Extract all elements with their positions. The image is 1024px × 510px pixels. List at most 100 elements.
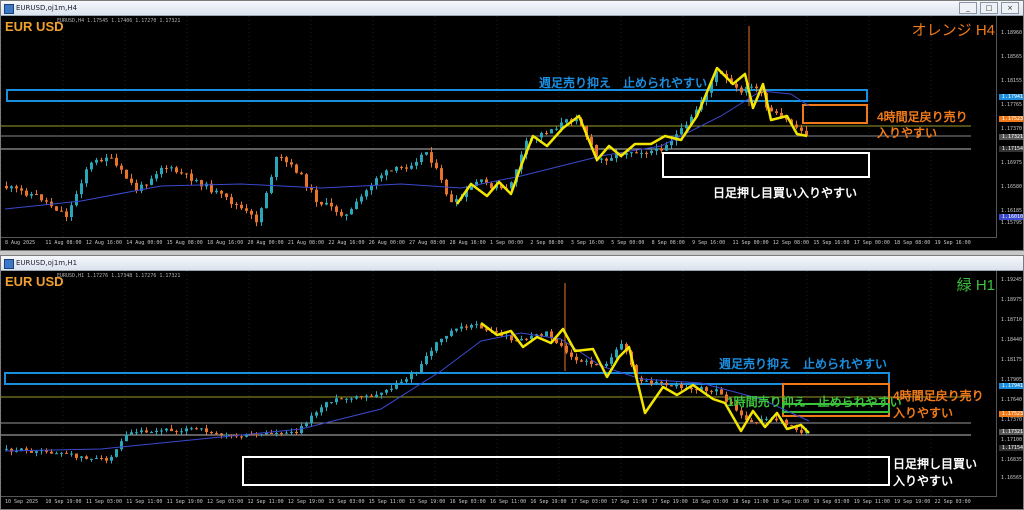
candle-body <box>380 392 383 395</box>
candle-body <box>360 196 363 202</box>
minimize-button[interactable]: _ <box>959 2 977 14</box>
time-tick-label: 22 Aug 16:00 <box>328 240 365 246</box>
time-tick-label: 22 Sep 03:00 <box>934 499 971 505</box>
candle-body <box>40 194 43 201</box>
candle-body <box>305 423 308 427</box>
candle-body <box>390 170 393 172</box>
candle-body <box>45 200 48 202</box>
candle-body <box>75 194 78 206</box>
candle-body <box>5 186 8 189</box>
candle-body <box>80 183 83 195</box>
time-tick-label: 15 Sep 16:00 <box>813 240 850 246</box>
candle-body <box>95 159 98 163</box>
candle-body <box>10 186 13 189</box>
candle-body <box>750 420 753 423</box>
candle-body <box>55 206 58 211</box>
price-tick-label: 1.18440 <box>1000 337 1022 343</box>
price-tick-label: 1.18155 <box>1000 78 1022 84</box>
candle-body <box>35 451 38 453</box>
candle-body <box>225 193 228 198</box>
daily-support-zone <box>242 456 890 486</box>
top-h4-pullback-text-2: 入りやすい <box>877 126 938 140</box>
top-chart-canvas[interactable] <box>1 16 997 238</box>
candle-body <box>655 148 658 151</box>
candle-body <box>285 432 288 434</box>
time-tick-label: 12 Sep 11:00 <box>247 499 284 505</box>
price-tick-label: 1.18960 <box>1000 30 1022 36</box>
time-tick-label: 12 Sep 08:00 <box>772 240 810 246</box>
candle-body <box>90 458 93 460</box>
candle-body <box>350 209 353 215</box>
candle-body <box>185 428 188 432</box>
candle-body <box>370 395 373 397</box>
top-time-axis[interactable]: 8 Aug 2025 11 Aug 08:00 12 Aug 16:00 14 Aug… <box>1 237 997 250</box>
candle-body <box>135 182 138 191</box>
candle-body <box>620 343 623 350</box>
candle-body <box>465 326 468 328</box>
candle-body <box>750 86 753 88</box>
bottom-weekly-resistance-text: 週足売り抑え 止められやすい <box>719 357 888 371</box>
moving-average-line <box>4 332 810 452</box>
candle-body <box>385 170 388 176</box>
candle-body <box>60 210 63 212</box>
candle-body <box>495 331 498 333</box>
top-chart-window[interactable]: EURUSD,oj1m,H4 _ □ × EUR USD EURUSD,H4 1… <box>0 0 1024 251</box>
top-h4-pullback-text-1: 4時間足戻り売り <box>877 110 968 124</box>
time-tick-label: 17 Sep 00:00 <box>853 240 890 246</box>
candle-body <box>630 152 633 154</box>
candle-body <box>550 129 553 134</box>
candle-body <box>455 328 458 331</box>
candle-body <box>680 128 683 135</box>
candle-body <box>145 184 148 186</box>
candle-body <box>125 434 128 442</box>
candle-body <box>410 165 413 169</box>
bottom-price-chart[interactable]: EUR USD EURUSD,H1 1.17276 1.17348 1.1727… <box>1 271 1023 509</box>
candle-body <box>405 167 408 169</box>
maximize-button[interactable]: □ <box>980 2 998 14</box>
candle-body <box>680 384 683 388</box>
time-tick-label: 15 Sep 03:00 <box>328 499 365 505</box>
top-price-axis[interactable]: 1.18960 1.18565 1.18155 1.17765 1.17370 … <box>996 16 1023 238</box>
bottom-price-axis[interactable]: 1.19245 1.18975 1.18710 1.18440 1.18175 … <box>996 271 1023 497</box>
candle-body <box>65 452 68 454</box>
candle-body <box>25 448 28 450</box>
bottom-chart-window[interactable]: EURUSD,oj1m,H1 EUR USD EURUSD,H1 1.17276… <box>0 255 1024 510</box>
time-tick-label: 1 Sep 00:00 <box>490 240 524 246</box>
candle-body <box>305 174 308 188</box>
candle-body <box>755 86 758 89</box>
time-tick-label: 10 Sep 19:00 <box>45 499 82 505</box>
candle-body <box>180 431 183 433</box>
candle-body <box>670 385 673 387</box>
top-price-chart[interactable]: EUR USD EURUSD,H4 1.17545 1.17406 1.1727… <box>1 16 1023 250</box>
price-tick-label: 1.18975 <box>1000 297 1022 303</box>
candle-body <box>560 342 563 346</box>
candle-body <box>225 434 228 436</box>
candle-body <box>435 342 438 351</box>
candle-body <box>555 128 558 130</box>
candle-body <box>190 173 193 181</box>
candle-body <box>255 214 258 223</box>
candle-body <box>765 418 768 420</box>
candle-body <box>265 192 268 209</box>
candle-body <box>435 162 438 169</box>
candle-body <box>665 145 668 151</box>
weekly-resistance-zone <box>4 372 890 385</box>
bottom-chart-canvas[interactable] <box>1 271 997 497</box>
candle-body <box>240 204 243 209</box>
candle-body <box>605 363 608 366</box>
candle-body <box>290 162 293 165</box>
candle-body <box>95 457 98 459</box>
candle-body <box>340 211 343 216</box>
candle-body <box>210 431 213 434</box>
candle-body <box>365 190 368 197</box>
top-window-titlebar[interactable]: EURUSD,oj1m,H4 _ □ × <box>1 1 1023 16</box>
bottom-window-titlebar[interactable]: EURUSD,oj1m,H1 <box>1 256 1023 271</box>
close-button[interactable]: × <box>1001 2 1019 14</box>
candle-body <box>575 356 578 361</box>
white-zone-price-badge: 1.17154 <box>999 146 1023 152</box>
candle-body <box>65 211 68 218</box>
candle-body <box>375 178 378 186</box>
price-tick-label: 1.19245 <box>1000 277 1022 283</box>
time-tick-label: 11 Sep 00:00 <box>732 240 769 246</box>
bottom-time-axis[interactable]: 10 Sep 2025 10 Sep 19:00 11 Sep 03:00 11 Se… <box>1 496 997 509</box>
